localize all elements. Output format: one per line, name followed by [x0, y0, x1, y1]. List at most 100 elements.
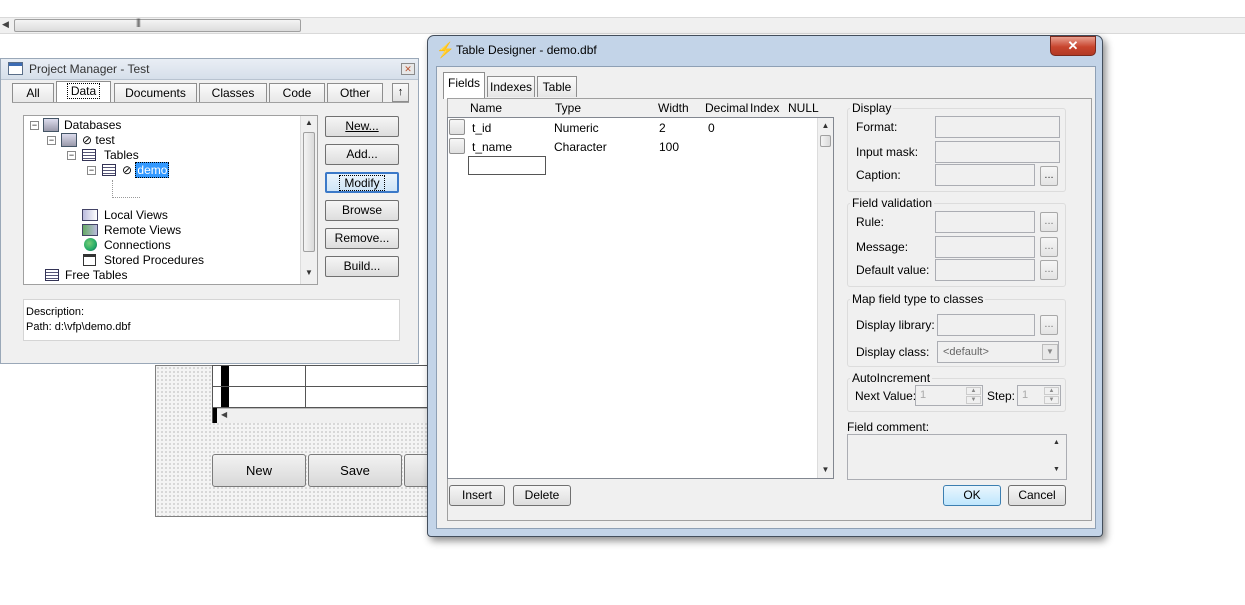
message-builder-button[interactable]: ...	[1040, 237, 1058, 257]
tab-code[interactable]: Code	[269, 83, 325, 103]
scroll-up-icon[interactable]: ▲	[301, 118, 317, 127]
tree-local-views[interactable]: Local Views	[104, 208, 168, 222]
row-selector[interactable]	[449, 138, 465, 154]
tree-scroll-thumb[interactable]	[303, 132, 315, 252]
rule-builder-button[interactable]: ...	[1040, 212, 1058, 232]
scrollbar-thumb[interactable]	[14, 19, 301, 32]
tab-data[interactable]: Data	[56, 81, 111, 103]
tree-connections[interactable]: Connections	[104, 238, 171, 252]
form-save-button[interactable]: Save	[308, 454, 402, 487]
remote-views-icon	[82, 224, 98, 236]
field-name-cell[interactable]: t_name	[472, 140, 512, 154]
default-value-input[interactable]	[935, 259, 1035, 281]
default-value-builder-button[interactable]: ...	[1040, 260, 1058, 280]
spin-down-icon[interactable]: ▼	[1044, 396, 1059, 404]
new-field-name-input[interactable]	[468, 156, 546, 175]
format-input[interactable]	[935, 116, 1060, 138]
rule-label: Rule:	[856, 215, 885, 229]
field-name-cell[interactable]: t_id	[472, 121, 491, 135]
tree-free-tables[interactable]: Free Tables	[65, 268, 127, 282]
close-icon[interactable]: ✕	[1050, 36, 1096, 56]
tab-classes[interactable]: Classes	[199, 83, 267, 103]
table-icon	[102, 164, 116, 176]
description-label: Description:	[26, 306, 85, 318]
caption-input[interactable]	[935, 164, 1035, 186]
insert-button[interactable]: Insert	[449, 485, 505, 506]
tab-indexes[interactable]: Indexes	[487, 76, 535, 97]
fields-grid[interactable]: t_id Numeric 2 0 t_name Character 100 ▲ …	[447, 117, 834, 479]
tab-other[interactable]: Other	[327, 83, 383, 103]
rule-input[interactable]	[935, 211, 1035, 233]
project-manager-titlebar[interactable]: Project Manager - Test ✕	[1, 59, 418, 80]
expand-tables-icon[interactable]: −	[67, 151, 76, 160]
display-library-builder-button[interactable]: ...	[1040, 315, 1058, 335]
expand-test-icon[interactable]: −	[47, 136, 56, 145]
scroll-up-icon[interactable]: ▲	[1053, 439, 1060, 446]
tree-table-demo-label: demo	[135, 162, 170, 178]
input-mask-input[interactable]	[935, 141, 1060, 163]
scroll-up-icon[interactable]: ▲	[818, 121, 833, 130]
scroll-down-icon[interactable]: ▼	[301, 268, 317, 277]
tree-stored-procedures[interactable]: Stored Procedures	[104, 253, 204, 267]
tree-remote-views[interactable]: Remote Views	[104, 223, 181, 237]
project-close-icon[interactable]: ✕	[401, 63, 415, 75]
message-label: Message:	[856, 240, 909, 254]
project-manager-window: Project Manager - Test ✕ All Data Docume…	[0, 58, 419, 364]
display-library-label: Display library:	[856, 318, 935, 332]
grid-hscrollbar[interactable]: ◀	[213, 408, 439, 423]
step-spinner[interactable]: 1 ▲ ▼	[1017, 385, 1061, 406]
cancel-button[interactable]: Cancel	[1008, 485, 1066, 506]
tab-fields[interactable]: Fields	[443, 72, 485, 99]
field-comment-textarea[interactable]: ▲ ▼	[847, 434, 1067, 480]
project-manager-title: Project Manager - Test	[29, 62, 150, 76]
connections-icon	[84, 238, 97, 251]
fields-scroll-thumb[interactable]	[820, 135, 831, 147]
spin-up-icon[interactable]: ▲	[1044, 387, 1059, 395]
chevron-down-icon[interactable]: ▼	[1042, 344, 1058, 360]
display-class-select[interactable]: <default> ▼	[937, 341, 1059, 363]
tree-table-demo[interactable]: ⊘ demo	[122, 162, 170, 178]
tab-documents[interactable]: Documents	[114, 83, 197, 103]
add-button[interactable]: Add...	[325, 144, 399, 165]
collapse-icon[interactable]: ↑	[392, 83, 409, 102]
tree-vscrollbar[interactable]: ▲ ▼	[300, 116, 317, 284]
message-input[interactable]	[935, 236, 1035, 258]
browse-button[interactable]: Browse	[325, 200, 399, 221]
form-new-button[interactable]: New	[212, 454, 306, 487]
tab-table[interactable]: Table	[537, 76, 577, 97]
grid-control[interactable]: ◀	[212, 365, 439, 423]
display-library-input[interactable]	[937, 314, 1035, 336]
build-button[interactable]: Build...	[325, 256, 399, 277]
display-class-label: Display class:	[856, 345, 930, 359]
tree-db-test[interactable]: ⊘ test	[82, 133, 115, 147]
project-tree[interactable]: − Databases − ⊘ test − Tables − ⊘ demo L…	[23, 115, 318, 285]
tree-tables[interactable]: Tables	[104, 148, 139, 162]
caption-builder-button[interactable]: ...	[1040, 166, 1058, 186]
tab-all[interactable]: All	[12, 83, 54, 103]
spin-down-icon[interactable]: ▼	[966, 396, 981, 404]
delete-button[interactable]: Delete	[513, 485, 571, 506]
next-value-spinner[interactable]: 1 ▲ ▼	[915, 385, 983, 406]
field-type-cell[interactable]: Numeric	[554, 121, 599, 135]
grid-scroll-left-icon[interactable]: ◀	[221, 410, 227, 419]
tree-databases[interactable]: Databases	[64, 118, 121, 132]
new-button[interactable]: New...	[325, 116, 399, 137]
tab-data-label: Data	[66, 83, 101, 99]
expand-databases-icon[interactable]: −	[30, 121, 39, 130]
scroll-down-icon[interactable]: ▼	[1053, 466, 1060, 473]
modify-button[interactable]: Modify	[325, 172, 399, 193]
scroll-down-icon[interactable]: ▼	[818, 465, 833, 474]
field-decimal-cell[interactable]: 0	[708, 121, 715, 135]
field-width-cell[interactable]: 100	[659, 140, 679, 154]
field-width-cell[interactable]: 2	[659, 121, 666, 135]
scroll-left-arrow-icon[interactable]: ◀	[2, 19, 9, 30]
top-horizontal-scrollbar[interactable]: ◀ |||	[0, 17, 1245, 34]
row-selector[interactable]	[449, 119, 465, 135]
path-text: Path: d:\vfp\demo.dbf	[26, 321, 131, 333]
expand-demo-icon[interactable]: −	[87, 166, 96, 175]
spin-up-icon[interactable]: ▲	[966, 387, 981, 395]
fields-vscrollbar[interactable]: ▲ ▼	[817, 118, 833, 478]
remove-button[interactable]: Remove...	[325, 228, 399, 249]
ok-button[interactable]: OK	[943, 485, 1001, 506]
field-type-cell[interactable]: Character	[554, 140, 607, 154]
